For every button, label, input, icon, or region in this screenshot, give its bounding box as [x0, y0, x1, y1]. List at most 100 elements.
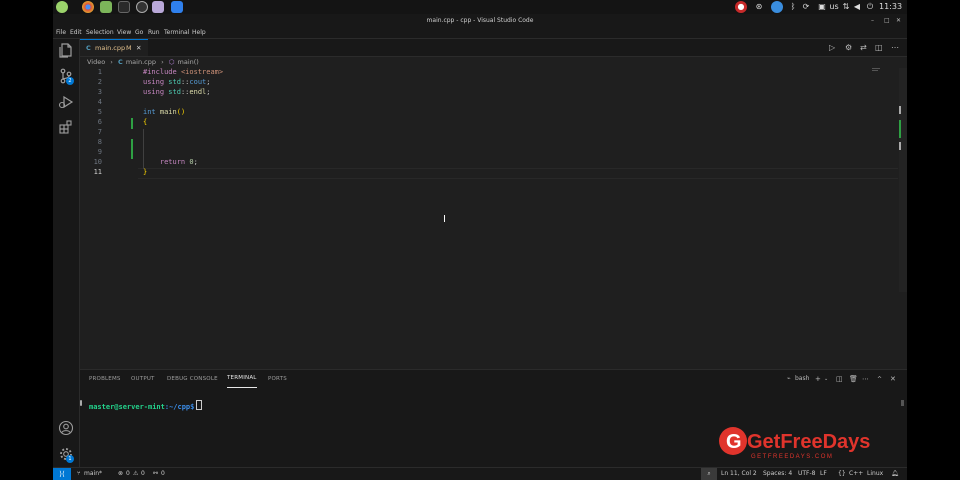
code-line-6: {	[143, 118, 148, 126]
line-number: 6	[97, 118, 102, 126]
run-file-icon[interactable]: ▷	[829, 43, 835, 52]
tab-debug-console[interactable]: DEBUG CONSOLE	[167, 370, 218, 388]
terminal-shell-name[interactable]: bash	[795, 375, 809, 382]
indent-guide	[143, 129, 144, 169]
vscode-icon[interactable]	[171, 1, 183, 13]
indentation[interactable]: Spaces: 4	[763, 468, 792, 480]
minimize-icon[interactable]: –	[871, 14, 874, 27]
kill-terminal-icon[interactable]: 🗑︎	[849, 375, 858, 383]
tab-terminal[interactable]: TERMINAL	[227, 370, 257, 388]
account-icon[interactable]	[58, 420, 74, 436]
tab-problems[interactable]: PROBLEMS	[89, 370, 121, 388]
terminal-app-icon[interactable]	[118, 1, 130, 13]
cpp-file-icon: C	[86, 44, 91, 52]
recording-icon[interactable]: ●	[735, 1, 747, 13]
editor-scrollbar[interactable]	[899, 68, 907, 292]
code-line-10: return 0;	[159, 158, 198, 166]
function-symbol-icon: ⬡	[168, 58, 175, 66]
extensions-icon[interactable]	[58, 119, 74, 135]
chevron-down-icon[interactable]: ⌄	[824, 376, 828, 382]
clock[interactable]: 11:33	[879, 1, 902, 13]
error-icon: ⊗	[118, 470, 124, 477]
menu-help[interactable]: Help	[192, 27, 206, 38]
breadcrumb-symbol[interactable]: main()	[178, 58, 199, 66]
menu-run[interactable]: Run	[148, 27, 160, 38]
platform[interactable]: Linux	[867, 468, 883, 480]
terminal-scrollbar[interactable]	[901, 400, 904, 406]
remote-indicator-icon[interactable]: ⟩⟨	[53, 468, 71, 480]
activity-bar: 2 1	[53, 39, 80, 467]
cursor-position[interactable]: Ln 11, Col 2	[721, 468, 757, 480]
line-number: 7	[97, 128, 102, 136]
chrome-icon[interactable]	[82, 1, 94, 13]
tab-ports[interactable]: PORTS	[268, 370, 287, 388]
more-actions-icon[interactable]: ⋯	[862, 375, 869, 383]
menu-selection[interactable]: Selection	[86, 27, 114, 38]
minimap[interactable]	[872, 68, 882, 74]
ports-count[interactable]: 0	[161, 468, 165, 480]
code-line-11: }	[143, 168, 148, 176]
network-icon[interactable]: ⇅	[841, 1, 851, 13]
encoding[interactable]: UTF-8	[798, 468, 816, 480]
text-cursor-icon: Ⅰ	[443, 214, 446, 225]
source-control-badge: 2	[66, 77, 74, 85]
bluetooth-icon[interactable]: ᛒ	[788, 1, 798, 13]
line-number: 11	[93, 168, 102, 176]
menu-terminal[interactable]: Terminal	[164, 27, 189, 38]
new-terminal-icon[interactable]: +	[815, 375, 821, 383]
steam-icon[interactable]: ⊛	[753, 1, 765, 13]
power-icon[interactable]: ⏻	[865, 1, 875, 13]
svg-text:G: G	[726, 431, 742, 453]
menu-view[interactable]: View	[117, 27, 131, 38]
breadcrumb-folder[interactable]: Video	[87, 58, 105, 66]
split-editor-icon[interactable]: ◫	[875, 43, 883, 52]
prompt-user: master@server-mint	[89, 403, 165, 411]
run-debug-icon[interactable]	[58, 94, 74, 110]
watermark-url: GETFREEDAYS.COM	[751, 454, 833, 460]
line-number: 5	[97, 108, 102, 116]
more-actions-icon[interactable]: ⋯	[891, 43, 899, 52]
error-count[interactable]: 0	[126, 468, 130, 480]
warning-count[interactable]: 0	[141, 468, 145, 480]
code-line-1: #include <iostream>	[143, 68, 224, 76]
terminal-prompt[interactable]: master@server-mint:~/cpp$	[89, 400, 203, 411]
tab-main-cpp[interactable]: C main.cpp M ✕	[80, 39, 148, 56]
notifications-icon[interactable]: 🔔︎	[891, 468, 899, 480]
terminal-shell-icon: ⌁	[787, 375, 791, 382]
files-icon[interactable]	[100, 1, 112, 13]
menu-edit[interactable]: Edit	[70, 27, 82, 38]
close-window-icon[interactable]: ✕	[896, 14, 901, 27]
split-terminal-icon[interactable]: ◫	[836, 375, 843, 383]
app-icon[interactable]	[152, 1, 164, 13]
git-branch[interactable]: main*	[84, 468, 102, 480]
line-number: 10	[93, 158, 102, 166]
maximize-icon[interactable]: □	[884, 14, 890, 27]
code-editor[interactable]: 1 2 3 4 5 6 7 8 9 10 11 #include <iostream> using …	[80, 68, 898, 366]
end-of-line[interactable]: LF	[820, 468, 827, 480]
keyboard-layout[interactable]: us	[829, 1, 839, 13]
breadcrumb-file[interactable]: main.cpp	[126, 58, 156, 66]
line-number: 1	[97, 68, 102, 76]
cpp-file-icon: C	[117, 58, 123, 66]
close-panel-icon[interactable]: ✕	[890, 375, 896, 383]
line-number: 2	[97, 78, 102, 86]
obs-icon[interactable]	[136, 1, 148, 13]
close-tab-icon[interactable]: ✕	[136, 40, 141, 56]
language-mode[interactable]: C++	[849, 468, 863, 480]
menu-go[interactable]: Go	[135, 27, 143, 38]
explorer-icon[interactable]	[58, 42, 74, 58]
volume-icon[interactable]: ◀	[852, 1, 862, 13]
clipboard-icon[interactable]: ▣	[817, 1, 827, 13]
menu-bar: File Edit Selection View Go Run Terminal…	[53, 27, 907, 39]
editor-tabs: C main.cpp M ✕ ▷ ⚙ ⇄ ◫ ⋯	[80, 39, 907, 57]
telegram-icon[interactable]	[771, 1, 783, 13]
debug-settings-icon[interactable]: ⚙	[845, 43, 852, 52]
code-line-2: using std::cout;	[143, 78, 211, 86]
update-icon[interactable]: ⟳	[801, 1, 811, 13]
menu-file[interactable]: File	[56, 27, 66, 38]
open-changes-icon[interactable]: ⇄	[860, 43, 867, 52]
mint-menu-icon[interactable]	[56, 1, 68, 13]
maximize-panel-icon[interactable]: ^	[877, 376, 882, 383]
zoom-icon[interactable]: ⌕	[701, 468, 717, 480]
tab-output[interactable]: OUTPUT	[131, 370, 155, 388]
